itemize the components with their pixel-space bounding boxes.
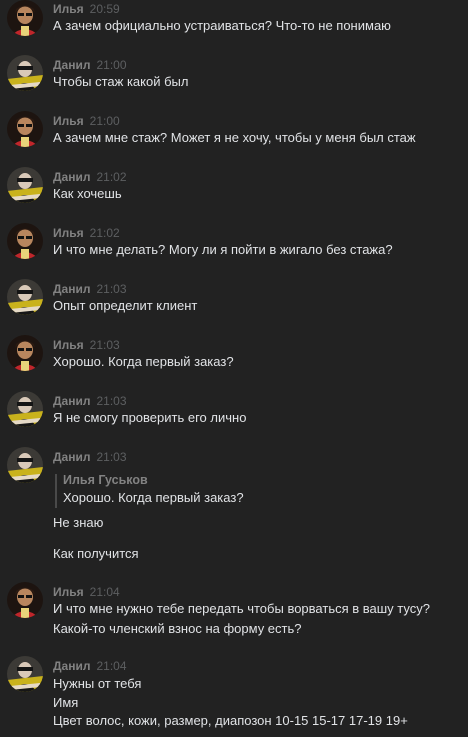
ilya-avatar-icon[interactable] — [7, 335, 43, 371]
quote-text: Хорошо. Когда первый заказ? — [63, 490, 244, 505]
message-author[interactable]: Данил — [53, 170, 90, 184]
danil-avatar-icon[interactable] — [7, 391, 43, 427]
message-text: Чтобы стаж какой был — [53, 74, 189, 89]
message-time: 21:02 — [96, 170, 127, 184]
chat-history: Илья 20:59 А зачем официально устраиватьс… — [0, 0, 468, 737]
message-author[interactable]: Данил — [53, 450, 90, 464]
message-time: 21:04 — [96, 659, 127, 673]
quote-author[interactable]: Илья Гуськов — [63, 473, 148, 488]
message-text: И что мне делать? Могу ли я пойти в жига… — [53, 242, 393, 257]
message-time: 21:00 — [89, 114, 120, 128]
danil-avatar-icon[interactable] — [7, 656, 43, 692]
message-time: 21:00 — [96, 58, 127, 72]
message-text: И что мне нужно тебе передать чтобы ворв… — [53, 601, 430, 616]
message-text: Не знаю — [53, 515, 104, 530]
message-text: А зачем мне стаж? Может я не хочу, чтобы… — [53, 130, 416, 145]
ilya-avatar-icon[interactable] — [7, 223, 43, 259]
quote-bar — [55, 474, 57, 508]
danil-avatar-icon[interactable] — [7, 167, 43, 203]
message-text: Как получится — [53, 546, 139, 561]
message-time: 21:03 — [96, 282, 127, 296]
message-author[interactable]: Данил — [53, 58, 90, 72]
message-author[interactable]: Данил — [53, 282, 90, 296]
message-time: 21:03 — [96, 394, 127, 408]
message-author[interactable]: Илья — [53, 338, 84, 352]
message-author[interactable]: Илья — [53, 114, 84, 128]
message-author[interactable]: Данил — [53, 659, 90, 673]
ilya-avatar-icon[interactable] — [7, 582, 43, 618]
danil-avatar-icon[interactable] — [7, 279, 43, 315]
message-text: Имя — [53, 695, 79, 710]
message-author[interactable]: Илья — [53, 2, 84, 16]
ilya-avatar-icon[interactable] — [7, 0, 43, 36]
message-author[interactable]: Данил — [53, 394, 90, 408]
message-text: Нужны от тебя — [53, 676, 142, 691]
message-text: Какой-то членский взнос на форму есть? — [53, 621, 302, 636]
ilya-avatar-icon[interactable] — [7, 111, 43, 147]
message-time: 21:04 — [89, 585, 120, 599]
message-author[interactable]: Илья — [53, 585, 84, 599]
danil-avatar-icon[interactable] — [7, 447, 43, 483]
message-text: Хорошо. Когда первый заказ? — [53, 354, 234, 369]
message-text: Опыт определит клиент — [53, 298, 198, 313]
message-author[interactable]: Илья — [53, 226, 84, 240]
danil-avatar-icon[interactable] — [7, 55, 43, 91]
message-text: Как хочешь — [53, 186, 122, 201]
message-text: А зачем официально устраиваться? Что-то … — [53, 18, 391, 33]
message-text: Я не смогу проверить его лично — [53, 410, 247, 425]
message-time: 21:02 — [89, 226, 120, 240]
message-time: 20:59 — [89, 2, 120, 16]
message-text: Цвет волос, кожи, размер, диапозон 10-15… — [53, 713, 408, 728]
message-time: 21:03 — [89, 338, 120, 352]
message-time: 21:03 — [96, 450, 127, 464]
